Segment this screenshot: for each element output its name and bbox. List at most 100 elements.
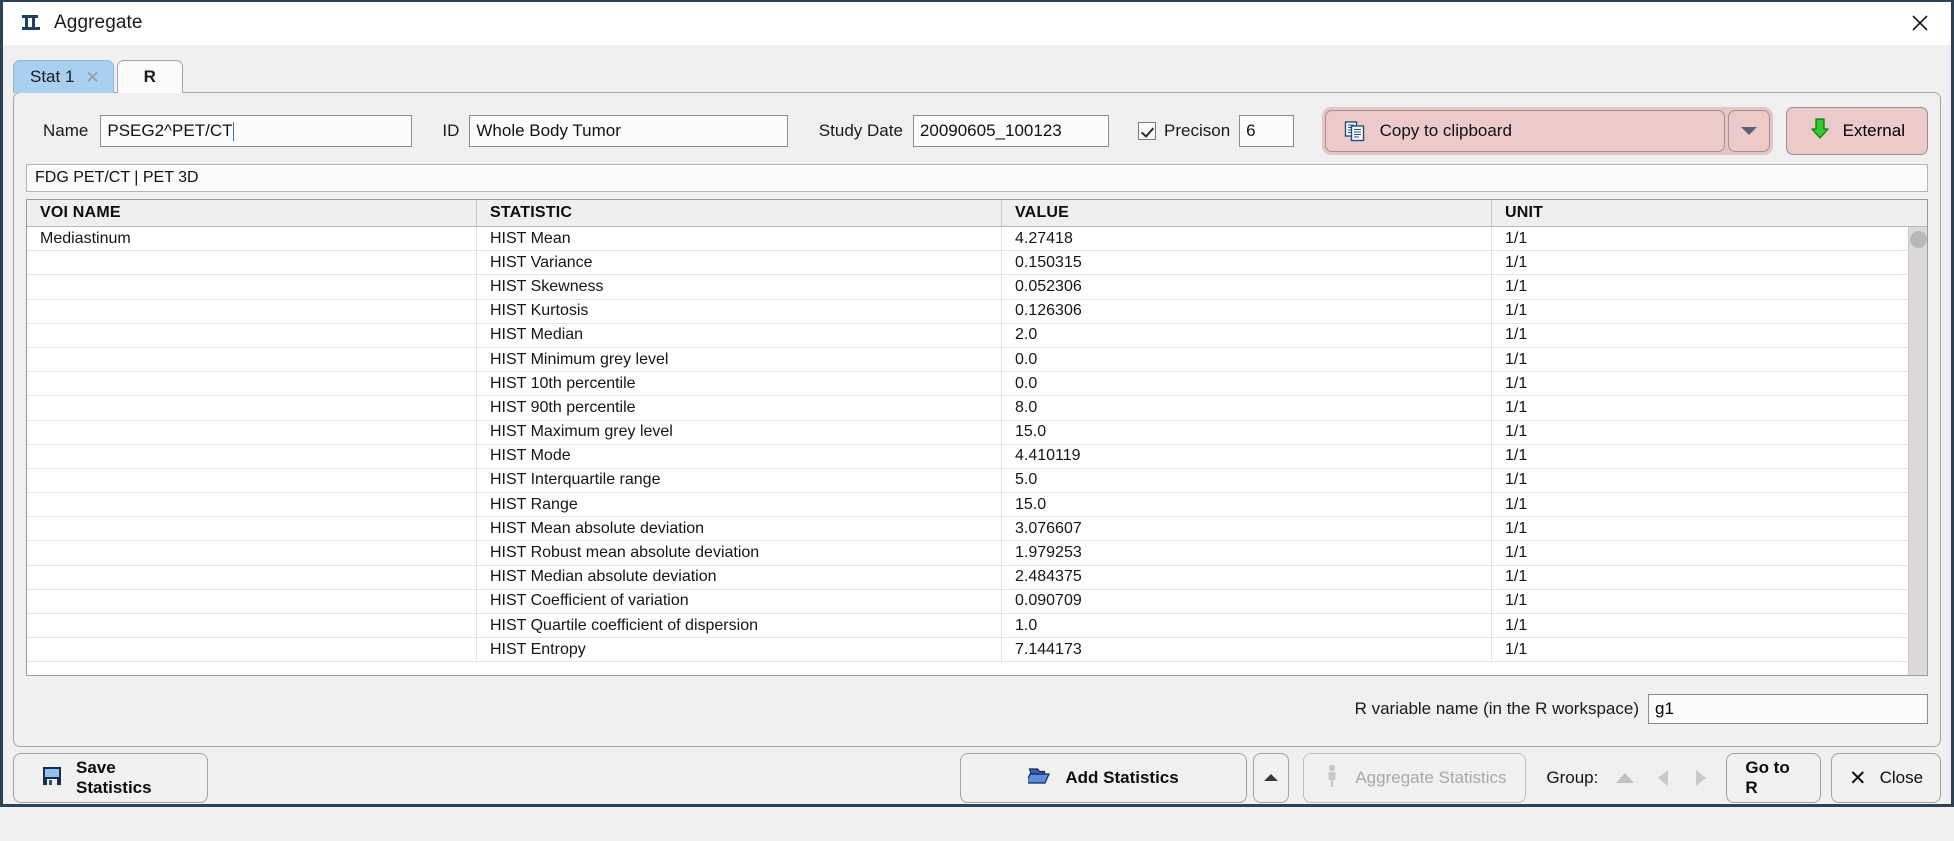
close-icon[interactable] [1903,6,1937,40]
cell-statistic: HIST Mean absolute deviation [477,517,1002,541]
column-header-unit[interactable]: UNIT [1492,200,1927,226]
cell-value: 7.144173 [1002,638,1492,662]
cell-voi-name [27,251,477,275]
column-header-voi-name[interactable]: VOI NAME [27,200,477,226]
study-date-input[interactable]: 20090605_100123 [912,115,1110,147]
table-row[interactable]: HIST Quartile coefficient of dispersion 1… [27,614,1927,639]
cell-statistic: HIST Maximum grey level [477,420,1002,444]
cell-value: 0.150315 [1002,251,1492,275]
table-header-row: VOI NAME STATISTIC VALUE UNIT [27,200,1927,227]
table-row[interactable]: HIST Mean absolute deviation 3.076607 1/1 [27,517,1927,542]
table-row[interactable]: HIST 10th percentile 0.0 1/1 [27,372,1927,397]
add-statistics-dropdown-button[interactable] [1252,753,1289,803]
cell-voi-name [27,396,477,420]
cell-unit: 1/1 [1505,350,1528,368]
precision-checkbox[interactable]: Precison [1138,121,1230,141]
cell-voi-name [27,372,477,396]
x-icon: ✕ [1848,766,1867,790]
scrollbar-thumb[interactable] [1910,231,1927,248]
person-icon [1322,764,1342,793]
chevron-down-icon [1740,127,1757,135]
cell-voi-name [27,589,477,613]
title-bar: Aggregate [3,2,1951,45]
external-button[interactable]: External [1785,107,1928,155]
cell-value: 15.0 [1002,420,1492,444]
copy-to-clipboard-label: Copy to clipboard [1379,121,1512,140]
r-variable-row: R variable name (in the R workspace) g1 [1355,694,1928,724]
r-variable-label: R variable name (in the R workspace) [1354,699,1639,718]
aggregate-statistics-button[interactable]: Aggregate Statistics [1302,753,1527,803]
field-row: Name PSEG2^PET/CT ID Whole Body Tumor St… [14,107,1940,155]
copy-dropdown-button[interactable] [1727,110,1770,152]
cell-statistic: HIST Median absolute deviation [477,565,1002,589]
table-row[interactable]: HIST Robust mean absolute deviation 1.979… [27,541,1927,566]
tab-stat-1[interactable]: Stat 1 ✕ [13,60,114,93]
cell-voi-name [27,614,477,638]
cell-unit: 1/1 [1505,374,1528,392]
precision-value: 6 [1246,121,1256,140]
cell-voi-name [27,468,477,493]
cell-voi-name [27,517,477,541]
name-label: Name [43,121,89,140]
table-row[interactable]: HIST Interquartile range 5.0 1/1 [27,468,1927,494]
cell-value: 0.0 [1002,372,1492,396]
cell-voi-name [27,565,477,589]
cell-voi-name: Mediastinum [27,227,477,251]
cell-value: 1.979253 [1002,541,1492,565]
r-variable-value: g1 [1655,699,1674,718]
tab-close-icon[interactable]: ✕ [85,69,99,86]
table-row[interactable]: HIST Kurtosis 0.126306 1/1 [27,299,1927,324]
table-row[interactable]: Mediastinum HIST Mean 4.27418 1/1 [27,227,1927,252]
tab-r[interactable]: R [116,60,183,93]
go-to-r-button[interactable]: Go to R [1726,753,1821,803]
table-row[interactable]: HIST Variance 0.150315 1/1 [27,251,1927,276]
table-row[interactable]: HIST Median 2.0 1/1 [27,323,1927,348]
table-row[interactable]: HIST Median absolute deviation 2.484375 1/… [27,565,1927,590]
table-body-scroll-area: Mediastinum HIST Mean 4.27418 1/1 HIST Varia… [27,227,1927,675]
external-label: External [1842,121,1905,140]
cell-value: 3.076607 [1002,517,1492,541]
add-statistics-button[interactable]: Add Statistics [960,753,1247,803]
group-up-button[interactable] [1614,767,1636,789]
table-row[interactable]: HIST Mode 4.410119 1/1 [27,444,1927,469]
group-next-button[interactable] [1690,767,1712,789]
table-row[interactable]: HIST Maximum grey level 15.0 1/1 [27,420,1927,445]
tab-strip: Stat 1 ✕ R [13,60,183,93]
cell-unit: 1/1 [1505,447,1528,465]
cell-unit: 1/1 [1505,471,1528,489]
table-row[interactable]: HIST Skewness 0.052306 1/1 [27,275,1927,300]
column-header-statistic[interactable]: STATISTIC [477,200,1002,226]
window-content: Stat 1 ✕ R Name PSEG2^PET/CT ID Whole Bo… [3,45,1951,804]
table-row[interactable]: HIST Entropy 7.144173 1/1 [27,638,1927,663]
aggregate-window: Aggregate Stat 1 ✕ R Name PSEG2^PET/CT I… [0,0,1954,807]
save-statistics-button[interactable]: Save Statistics [13,753,209,803]
cell-unit: 1/1 [1505,398,1528,416]
triangle-up-icon [1616,773,1635,783]
precision-input[interactable]: 6 [1239,115,1294,147]
cell-statistic: HIST Minimum grey level [477,347,1002,372]
column-header-value[interactable]: VALUE [1002,200,1492,226]
table-row[interactable]: HIST Minimum grey level 0.0 1/1 [27,347,1927,373]
copy-button-group: Copy to clipboard [1321,107,1773,155]
cell-unit: 1/1 [1505,495,1528,513]
r-variable-input[interactable]: g1 [1648,694,1928,724]
cell-statistic: HIST Robust mean absolute deviation [477,541,1002,565]
cell-statistic: HIST Skewness [477,275,1002,299]
table-row[interactable]: HIST Coefficient of variation 0.090709 1/1 [27,589,1927,614]
cell-voi-name [27,420,477,444]
cell-statistic: HIST Median [477,323,1002,347]
id-input[interactable]: Whole Body Tumor [469,115,788,147]
name-input[interactable]: PSEG2^PET/CT [100,115,413,147]
close-button[interactable]: ✕ Close [1830,753,1941,803]
table-row[interactable]: HIST Range 15.0 1/1 [27,493,1927,518]
cell-voi-name [27,541,477,565]
precision-label: Precison [1164,121,1231,140]
group-prev-button[interactable] [1652,767,1674,789]
copy-to-clipboard-button[interactable]: Copy to clipboard [1324,110,1725,152]
table-vertical-scrollbar[interactable] [1908,227,1927,675]
table-row[interactable]: HIST 90th percentile 8.0 1/1 [27,396,1927,421]
cell-statistic: HIST Quartile coefficient of dispersion [477,614,1002,638]
cell-unit: 1/1 [1505,592,1528,610]
cell-value: 0.126306 [1002,299,1492,323]
cell-statistic: HIST Coefficient of variation [477,589,1002,613]
